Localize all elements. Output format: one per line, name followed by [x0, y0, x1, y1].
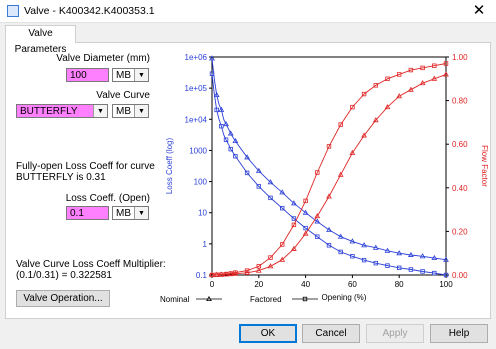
right-axis-label: Flow Factor [480, 145, 489, 187]
left-tick-label: 1e+06 [185, 53, 208, 62]
x-tick-label: 60 [348, 280, 357, 289]
right-tick-label: 0.80 [452, 97, 468, 106]
right-tick-label: 0.00 [452, 271, 468, 280]
right-tick-label: 0.60 [452, 140, 468, 149]
help-button[interactable]: Help [430, 324, 488, 343]
x-tick-label: 0 [210, 280, 215, 289]
cancel-button[interactable]: Cancel [302, 324, 360, 343]
right-tick-label: 0.40 [452, 184, 468, 193]
left-tick-label: 0.1 [196, 271, 208, 280]
apply-button[interactable]: Apply [366, 324, 424, 343]
x-tick-label: 100 [439, 280, 453, 289]
legend-label-nominal: Nominal [160, 295, 190, 304]
right-tick-label: 1.00 [452, 53, 468, 62]
left-tick-label: 1 [203, 240, 208, 249]
ok-button[interactable]: OK [239, 324, 297, 343]
left-axis-label: Loss Coeff (log) [165, 138, 174, 195]
x-tick-label: 80 [395, 280, 404, 289]
x-axis-label: Opening (%) [322, 293, 367, 302]
left-tick-label: 1000 [189, 146, 207, 155]
left-tick-label: 1e+04 [185, 115, 208, 124]
x-tick-label: 40 [301, 280, 310, 289]
x-tick-label: 20 [254, 280, 263, 289]
legend-label-factored: Factored [250, 295, 282, 304]
left-tick-label: 10 [198, 209, 207, 218]
right-tick-label: 0.20 [452, 227, 468, 236]
left-tick-label: 100 [194, 178, 208, 187]
left-tick-label: 1e+05 [185, 84, 208, 93]
loss-flow-chart: 0.111010010001e+041e+051e+060.000.200.40… [160, 53, 489, 304]
